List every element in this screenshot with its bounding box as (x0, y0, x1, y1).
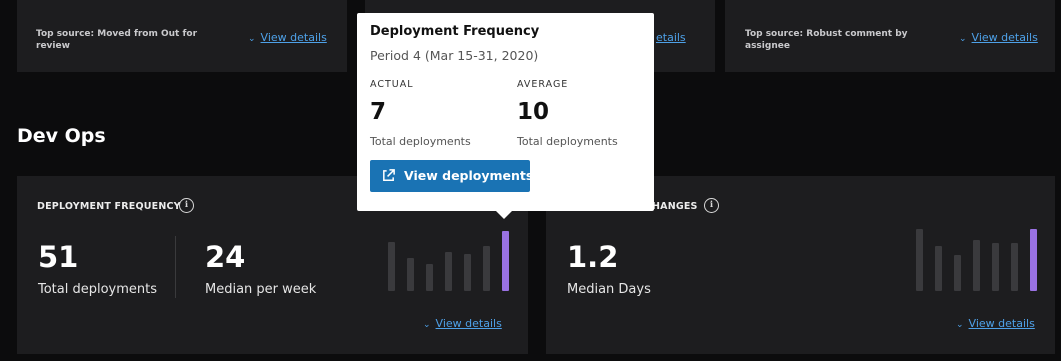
sparkline-bar[interactable] (916, 229, 923, 291)
section-title: Dev Ops (17, 125, 106, 147)
chevron-down-icon: ⌄ (959, 34, 967, 44)
sparkline-bar[interactable] (407, 258, 414, 291)
average-value: 10 (517, 99, 550, 125)
chevron-down-icon: ⌄ (248, 34, 256, 44)
sparkline-bar[interactable] (973, 240, 980, 291)
tooltip-arrow (495, 210, 513, 219)
metric-label: Median per week (205, 282, 317, 297)
sparkline-bar[interactable] (388, 242, 395, 291)
actual-value: 7 (370, 99, 387, 125)
top-source-text: Top source: Robust comment by assignee (745, 29, 908, 51)
card-label: DEPLOYMENT FREQUENCY (37, 201, 181, 212)
metric-value: 24 (205, 240, 246, 274)
metric-label: Total deployments (38, 282, 158, 297)
card-label: HANGES (652, 201, 698, 212)
sparkline-bar[interactable] (445, 252, 452, 291)
sparkline-bar[interactable] (483, 246, 490, 291)
sparkline-bar[interactable] (954, 255, 961, 291)
top-card-3: Top source: Robust comment by assignee ⌄… (725, 0, 1055, 72)
chevron-down-icon: ⌄ (423, 320, 431, 330)
average-caption: AVERAGE (517, 79, 569, 90)
sparkline-bar[interactable] (426, 264, 433, 291)
view-details-link[interactable]: etails (656, 31, 686, 44)
sparkline-bar[interactable] (935, 246, 942, 291)
info-icon[interactable]: i (179, 198, 194, 213)
sparkline-bar[interactable] (464, 254, 471, 291)
sparkline-bar[interactable] (992, 243, 999, 291)
view-details-link[interactable]: ⌄ View details (248, 31, 327, 44)
info-icon[interactable]: i (704, 198, 719, 213)
view-details-link[interactable]: ⌄ View details (959, 31, 1038, 44)
chevron-down-icon: ⌄ (956, 320, 964, 330)
view-details-link[interactable]: ⌄ View details (423, 317, 502, 330)
actual-caption: ACTUAL (370, 79, 414, 90)
actual-label: Total deployments (370, 135, 471, 148)
view-details-link[interactable]: ⌄ View details (956, 317, 1035, 330)
metric-label: Median Days (567, 282, 651, 297)
average-label: Total deployments (517, 135, 618, 148)
metric-value: 51 (38, 240, 79, 274)
metric-value: 1.2 (567, 240, 619, 274)
sparkline-bar-current[interactable] (1030, 229, 1037, 291)
sparkline-bar[interactable] (1011, 243, 1018, 291)
top-source-text: Top source: Moved from Out for review (36, 29, 198, 51)
tooltip: Deployment Frequency Period 4 (Mar 15-31… (357, 13, 654, 211)
external-link-icon (381, 168, 396, 186)
tooltip-period: Period 4 (Mar 15-31, 2020) (370, 48, 539, 63)
tooltip-title: Deployment Frequency (370, 24, 540, 39)
sparkline-bar-current[interactable] (502, 231, 509, 291)
view-deployments-button[interactable]: View deployments (370, 160, 533, 192)
divider (175, 236, 176, 298)
top-card-1: Top source: Moved from Out for review ⌄ V… (17, 0, 347, 72)
